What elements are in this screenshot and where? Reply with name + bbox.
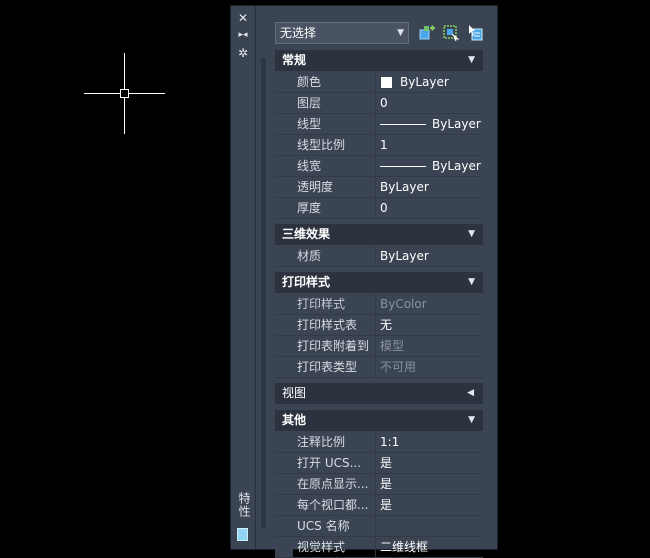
properties-palette: ✕ ▸◂ ✲ 特性 无选择 ▼ 常规 ▼ 颜色 ByLayer 图层 0 线型 …: [230, 5, 498, 558]
property-row-ucs-at-origin[interactable]: 在原点显示... 是: [275, 474, 483, 495]
property-row-plot-style[interactable]: 打印样式 ByColor: [275, 294, 483, 315]
property-row-color[interactable]: 颜色 ByLayer: [275, 72, 483, 93]
chevron-down-icon: ▼: [468, 55, 475, 65]
property-key: 材质: [293, 246, 376, 266]
palette-scroll-groove[interactable]: [261, 58, 266, 528]
property-key: 透明度: [293, 177, 376, 197]
property-key: 视觉样式: [293, 537, 376, 557]
property-value: 是: [380, 498, 393, 512]
calculator-icon[interactable]: [237, 528, 248, 541]
category-view[interactable]: 视图 ◀: [275, 383, 483, 404]
chevron-down-icon: ▼: [468, 277, 475, 287]
property-value: ByLayer: [380, 249, 429, 263]
property-row-ucs-per-viewport[interactable]: 每个视口都... 是: [275, 495, 483, 516]
category-plot-style-label: 打印样式: [282, 275, 331, 289]
property-key: 注释比例: [293, 432, 376, 452]
close-icon[interactable]: ✕: [234, 11, 252, 25]
property-value: 1: [380, 138, 388, 152]
property-value: 不可用: [380, 360, 417, 374]
property-value: [376, 516, 483, 536]
category-general[interactable]: 常规 ▼: [275, 50, 483, 71]
quick-select-icon[interactable]: [418, 24, 436, 42]
property-value: 0: [380, 96, 388, 110]
property-value: ByLayer: [400, 75, 449, 89]
category-3d-effects-label: 三维效果: [282, 227, 331, 241]
property-row-layer[interactable]: 图层 0: [275, 93, 483, 114]
chevron-down-icon: ▼: [468, 229, 475, 239]
category-misc[interactable]: 其他 ▼: [275, 410, 483, 431]
property-row-plot-table-attached[interactable]: 打印表附着到 模型: [275, 336, 483, 357]
category-general-label: 常规: [282, 53, 307, 67]
property-value: 1:1: [380, 435, 400, 449]
property-key: 每个视口都...: [293, 495, 376, 515]
property-key: 线型比例: [293, 135, 376, 155]
property-row-ucs-name[interactable]: UCS 名称: [275, 516, 483, 537]
property-key: 打印表附着到: [293, 336, 376, 356]
property-row-ucs-icon-on[interactable]: 打开 UCS... 是: [275, 453, 483, 474]
property-key: UCS 名称: [293, 516, 376, 536]
property-row-visual-style[interactable]: 视觉样式 二维线框: [275, 537, 483, 558]
settings-icon[interactable]: ✲: [234, 46, 252, 60]
property-row-plot-style-table[interactable]: 打印样式表 无: [275, 315, 483, 336]
property-key: 打印样式: [293, 294, 376, 314]
property-key: 颜色: [293, 72, 376, 92]
property-value: ByColor: [380, 297, 427, 311]
category-3d-effects[interactable]: 三维效果 ▼: [275, 224, 483, 245]
property-key: 在原点显示...: [293, 474, 376, 494]
property-value: 是: [380, 456, 393, 470]
palette-title: 特性: [237, 492, 251, 518]
property-row-plot-table-type[interactable]: 打印表类型 不可用: [275, 357, 483, 378]
property-value: ByLayer: [380, 180, 429, 194]
property-key: 图层: [293, 93, 376, 113]
property-value: 二维线框: [380, 540, 429, 554]
property-value: ByLayer: [432, 159, 481, 173]
selection-dropdown[interactable]: 无选择 ▼: [275, 22, 409, 44]
category-plot-style[interactable]: 打印样式 ▼: [275, 272, 483, 293]
palette-title-strip[interactable]: ✕ ▸◂ ✲ 特性: [231, 6, 256, 549]
select-objects-icon[interactable]: [442, 24, 460, 42]
color-swatch: [381, 76, 392, 88]
property-key: 线型: [293, 114, 376, 134]
property-key: 打开 UCS...: [293, 453, 376, 473]
property-key: 打印表类型: [293, 357, 376, 377]
property-row-linetype[interactable]: 线型 ByLayer: [275, 114, 483, 135]
toggle-pickadd-icon[interactable]: [466, 24, 484, 42]
property-key: 厚度: [293, 198, 376, 218]
property-row-material[interactable]: 材质 ByLayer: [275, 246, 483, 267]
property-row-lineweight[interactable]: 线宽 ByLayer: [275, 156, 483, 177]
drawing-canvas[interactable]: [0, 0, 230, 550]
property-key: 线宽: [293, 156, 376, 176]
crosshair-pickbox: [120, 89, 129, 98]
property-row-thickness[interactable]: 厚度 0: [275, 198, 483, 219]
category-view-label: 视图: [282, 386, 307, 400]
property-value: 模型: [380, 339, 405, 353]
autohide-icon[interactable]: ▸◂: [234, 28, 252, 42]
chevron-down-icon: ▼: [468, 415, 475, 425]
property-value: 是: [380, 477, 393, 491]
property-row-transparency[interactable]: 透明度 ByLayer: [275, 177, 483, 198]
lineweight-sample: [380, 165, 426, 167]
property-value: ByLayer: [432, 117, 481, 131]
linetype-sample: [380, 123, 426, 125]
property-value: 0: [380, 201, 388, 215]
property-key: 打印样式表: [293, 315, 376, 335]
chevron-down-icon: ▼: [397, 28, 404, 38]
category-misc-label: 其他: [282, 413, 307, 427]
property-grid: 常规 ▼ 颜色 ByLayer 图层 0 线型 ByLayer 线型比例 1 线…: [275, 50, 483, 558]
property-row-linetype-scale[interactable]: 线型比例 1: [275, 135, 483, 156]
selection-dropdown-value: 无选择: [280, 26, 317, 40]
property-row-annotation-scale[interactable]: 注释比例 1:1: [275, 432, 483, 453]
property-value: 无: [380, 318, 393, 332]
chevron-left-icon: ◀: [467, 388, 474, 398]
